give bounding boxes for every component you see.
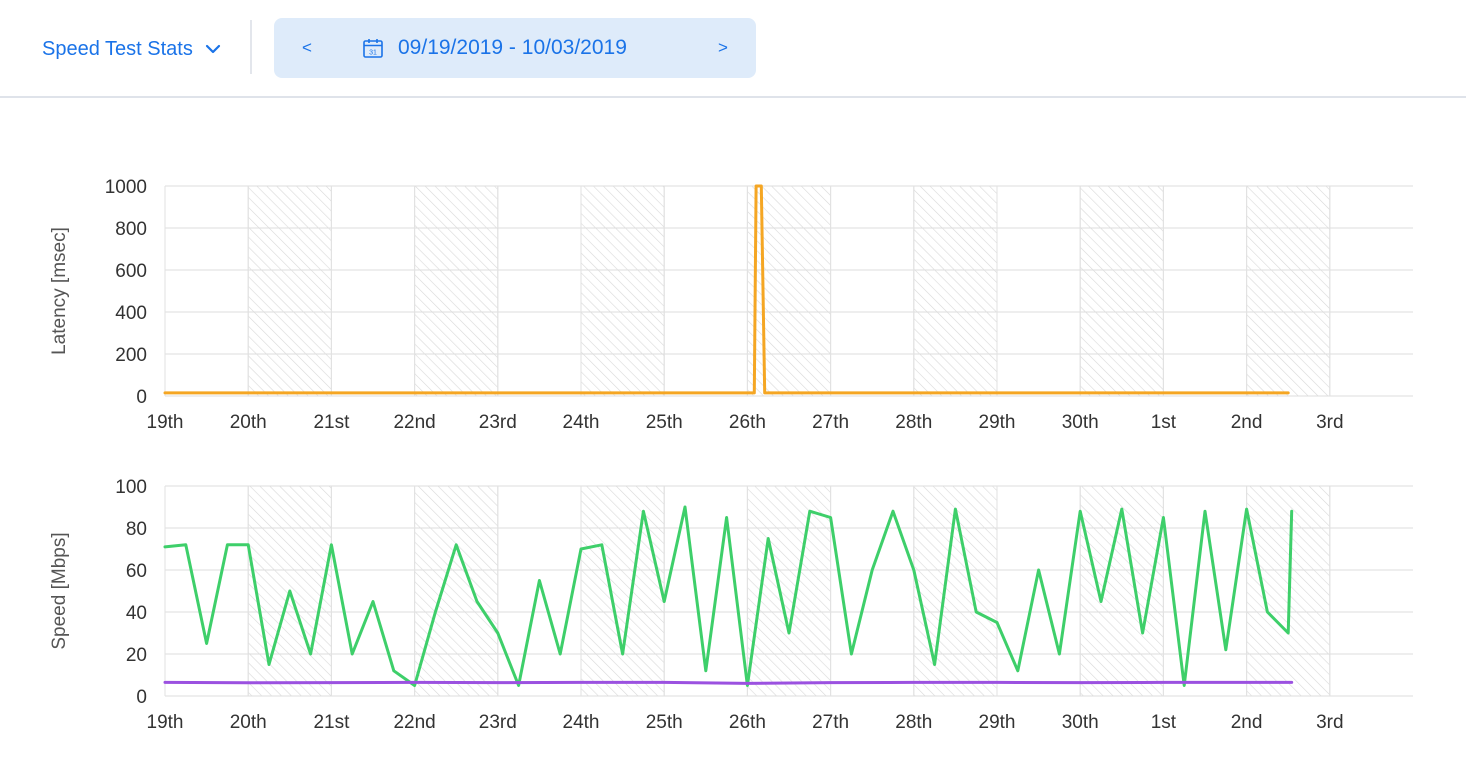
next-range-button[interactable]: > — [708, 32, 738, 64]
x-tick-label: 25th — [646, 412, 683, 433]
y-tick-label: 200 — [115, 345, 147, 366]
y-axis-label: Latency [msec] — [49, 227, 70, 355]
x-tick-label: 27th — [812, 712, 849, 733]
y-tick-label: 60 — [126, 561, 147, 582]
x-tick-label: 26th — [729, 412, 766, 433]
shaded-day-band — [414, 485, 499, 697]
x-tick-label: 22nd — [393, 412, 435, 433]
x-tick-label: 21st — [313, 412, 350, 433]
shaded-day-band — [580, 485, 665, 697]
previous-range-button[interactable]: < — [292, 32, 322, 64]
x-tick-label: 29th — [979, 712, 1016, 733]
y-tick-label: 400 — [115, 303, 147, 324]
x-tick-label: 28th — [895, 412, 932, 433]
x-tick-label: 20th — [230, 412, 267, 433]
x-tick-label: 30th — [1062, 712, 1099, 733]
y-tick-label: 800 — [115, 219, 147, 240]
x-tick-label: 3rd — [1316, 712, 1343, 733]
x-tick-label: 29th — [979, 412, 1016, 433]
toolbar-divider — [250, 20, 252, 74]
x-tick-label: 26th — [729, 712, 766, 733]
shaded-day-band — [1246, 185, 1331, 397]
x-tick-label: 24th — [563, 712, 600, 733]
x-tick-label: 2nd — [1231, 412, 1263, 433]
y-tick-label: 20 — [126, 645, 147, 666]
view-selector-label: Speed Test Stats — [42, 37, 193, 60]
shaded-day-band — [580, 185, 665, 397]
series-line-1 — [163, 680, 1294, 685]
x-tick-label: 25th — [646, 712, 683, 733]
charts-area: 0200400600800100019th 20th 21st 22nd 23rd 24t… — [49, 177, 1413, 733]
x-tick-label: 23rd — [479, 712, 517, 733]
x-tick-label: 3rd — [1316, 412, 1343, 433]
speed-chart: 0 20 40 60 80 100 19th 20th 21st 22nd 23rd 24th 25th… — [49, 477, 1413, 733]
x-tick-label: 2nd — [1231, 712, 1263, 733]
x-tick-label: 19th — [147, 712, 184, 733]
shaded-day-band — [414, 185, 499, 397]
shaded-day-band — [746, 185, 832, 397]
x-tick-label: 21st — [313, 712, 350, 733]
calendar-icon-day: 31 — [369, 50, 377, 57]
shaded-day-band — [913, 185, 998, 397]
view-selector-dropdown[interactable]: Speed Test Stats — [42, 34, 223, 64]
date-range-picker[interactable]: 31 09/19/2019 - 10/03/2019 — [362, 32, 627, 64]
shaded-day-band — [247, 185, 332, 397]
y-tick-label: 1000 — [105, 177, 147, 198]
date-range-text: 09/19/2019 - 10/03/2019 — [398, 36, 627, 59]
latency-chart: 0 200 400 600 800 1000 19th 20th 21st 22nd 23rd 24t… — [49, 177, 1413, 433]
x-tick-label: 1st — [1151, 712, 1177, 733]
x-tick-label: 19th — [147, 412, 184, 433]
x-tick-label: 1st — [1151, 412, 1177, 433]
y-tick-label: 0 — [136, 687, 147, 708]
x-tick-label: 22nd — [393, 712, 435, 733]
x-tick-label: 23rd — [479, 412, 517, 433]
x-tick-label: 28th — [895, 712, 932, 733]
x-tick-label: 30th — [1062, 412, 1099, 433]
y-tick-label: 100 — [115, 477, 147, 498]
chevron-down-icon — [205, 44, 220, 54]
shaded-day-band — [1079, 185, 1164, 397]
y-axis-label: Speed [Mbps] — [49, 532, 70, 649]
x-tick-label: 20th — [230, 712, 267, 733]
top-toolbar: Speed Test Stats < 31 09/19/2019 - 10/03… — [0, 0, 1466, 98]
y-tick-label: 600 — [115, 261, 147, 282]
y-tick-label: 40 — [126, 603, 147, 624]
calendar-icon: 31 — [363, 39, 383, 58]
y-tick-label: 80 — [126, 519, 147, 540]
x-tick-label: 27th — [812, 412, 849, 433]
x-tick-label: 24th — [563, 412, 600, 433]
y-tick-label: 0 — [136, 387, 147, 408]
date-range-navigator: < 31 09/19/2019 - 10/03/2019 > — [274, 18, 756, 78]
